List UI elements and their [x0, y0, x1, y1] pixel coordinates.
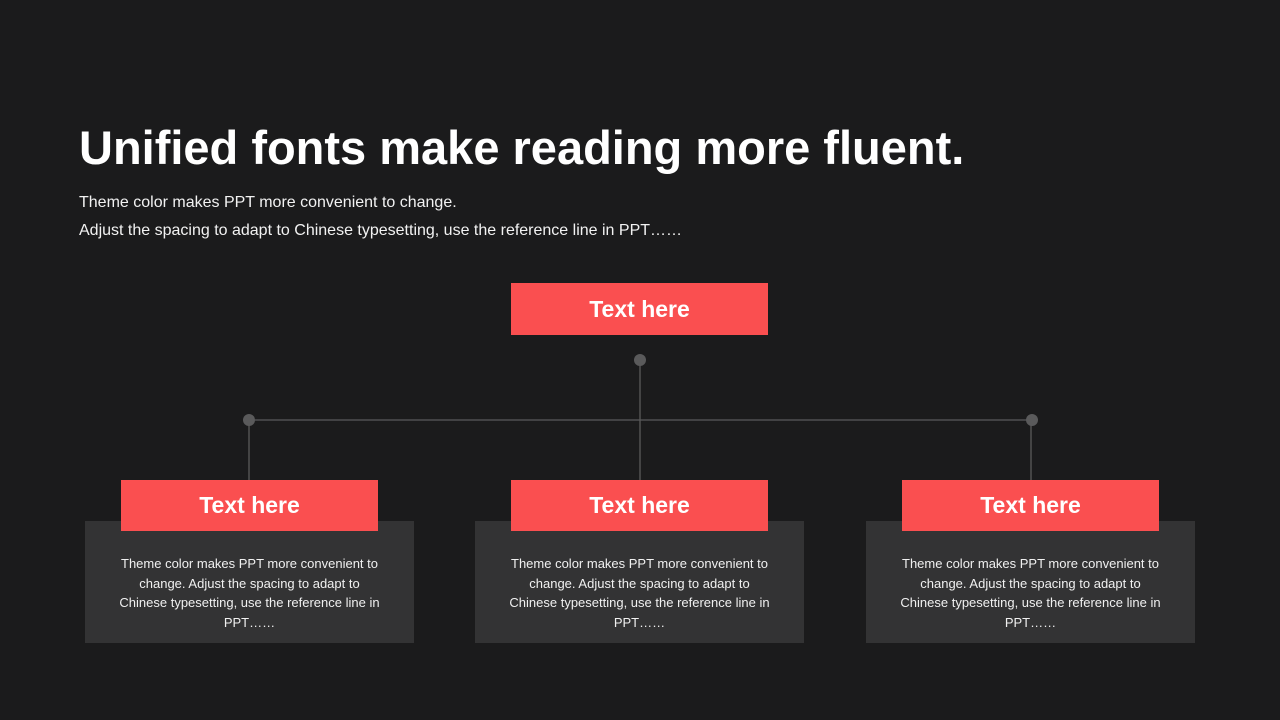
page-title: Unified fonts make reading more fluent. [79, 121, 965, 174]
subtitle-line-2: Adjust the spacing to adapt to Chinese t… [79, 222, 683, 239]
child-card-3: Theme color makes PPT more convenient to… [866, 521, 1195, 643]
child-card-2: Theme color makes PPT more convenient to… [475, 521, 804, 643]
child-node-2: Text here [511, 480, 768, 531]
child-node-1-label: Text here [199, 492, 300, 518]
root-connector-dot [634, 354, 646, 366]
left-connector-dot [243, 414, 255, 426]
child-card-1-description: Theme color makes PPT more convenient to… [119, 556, 380, 630]
child-node-3: Text here [902, 480, 1159, 531]
child-card-2-description: Theme color makes PPT more convenient to… [509, 556, 770, 630]
child-node-3-label: Text here [980, 492, 1081, 518]
right-connector-dot [1026, 414, 1038, 426]
child-card-3-description: Theme color makes PPT more convenient to… [900, 556, 1161, 630]
root-node: Text here [511, 283, 768, 335]
child-node-2-label: Text here [589, 492, 690, 518]
child-card-1: Theme color makes PPT more convenient to… [85, 521, 414, 643]
subtitle-line-1: Theme color makes PPT more convenient to… [79, 194, 457, 211]
root-node-label: Text here [589, 295, 690, 322]
child-node-1: Text here [121, 480, 378, 531]
